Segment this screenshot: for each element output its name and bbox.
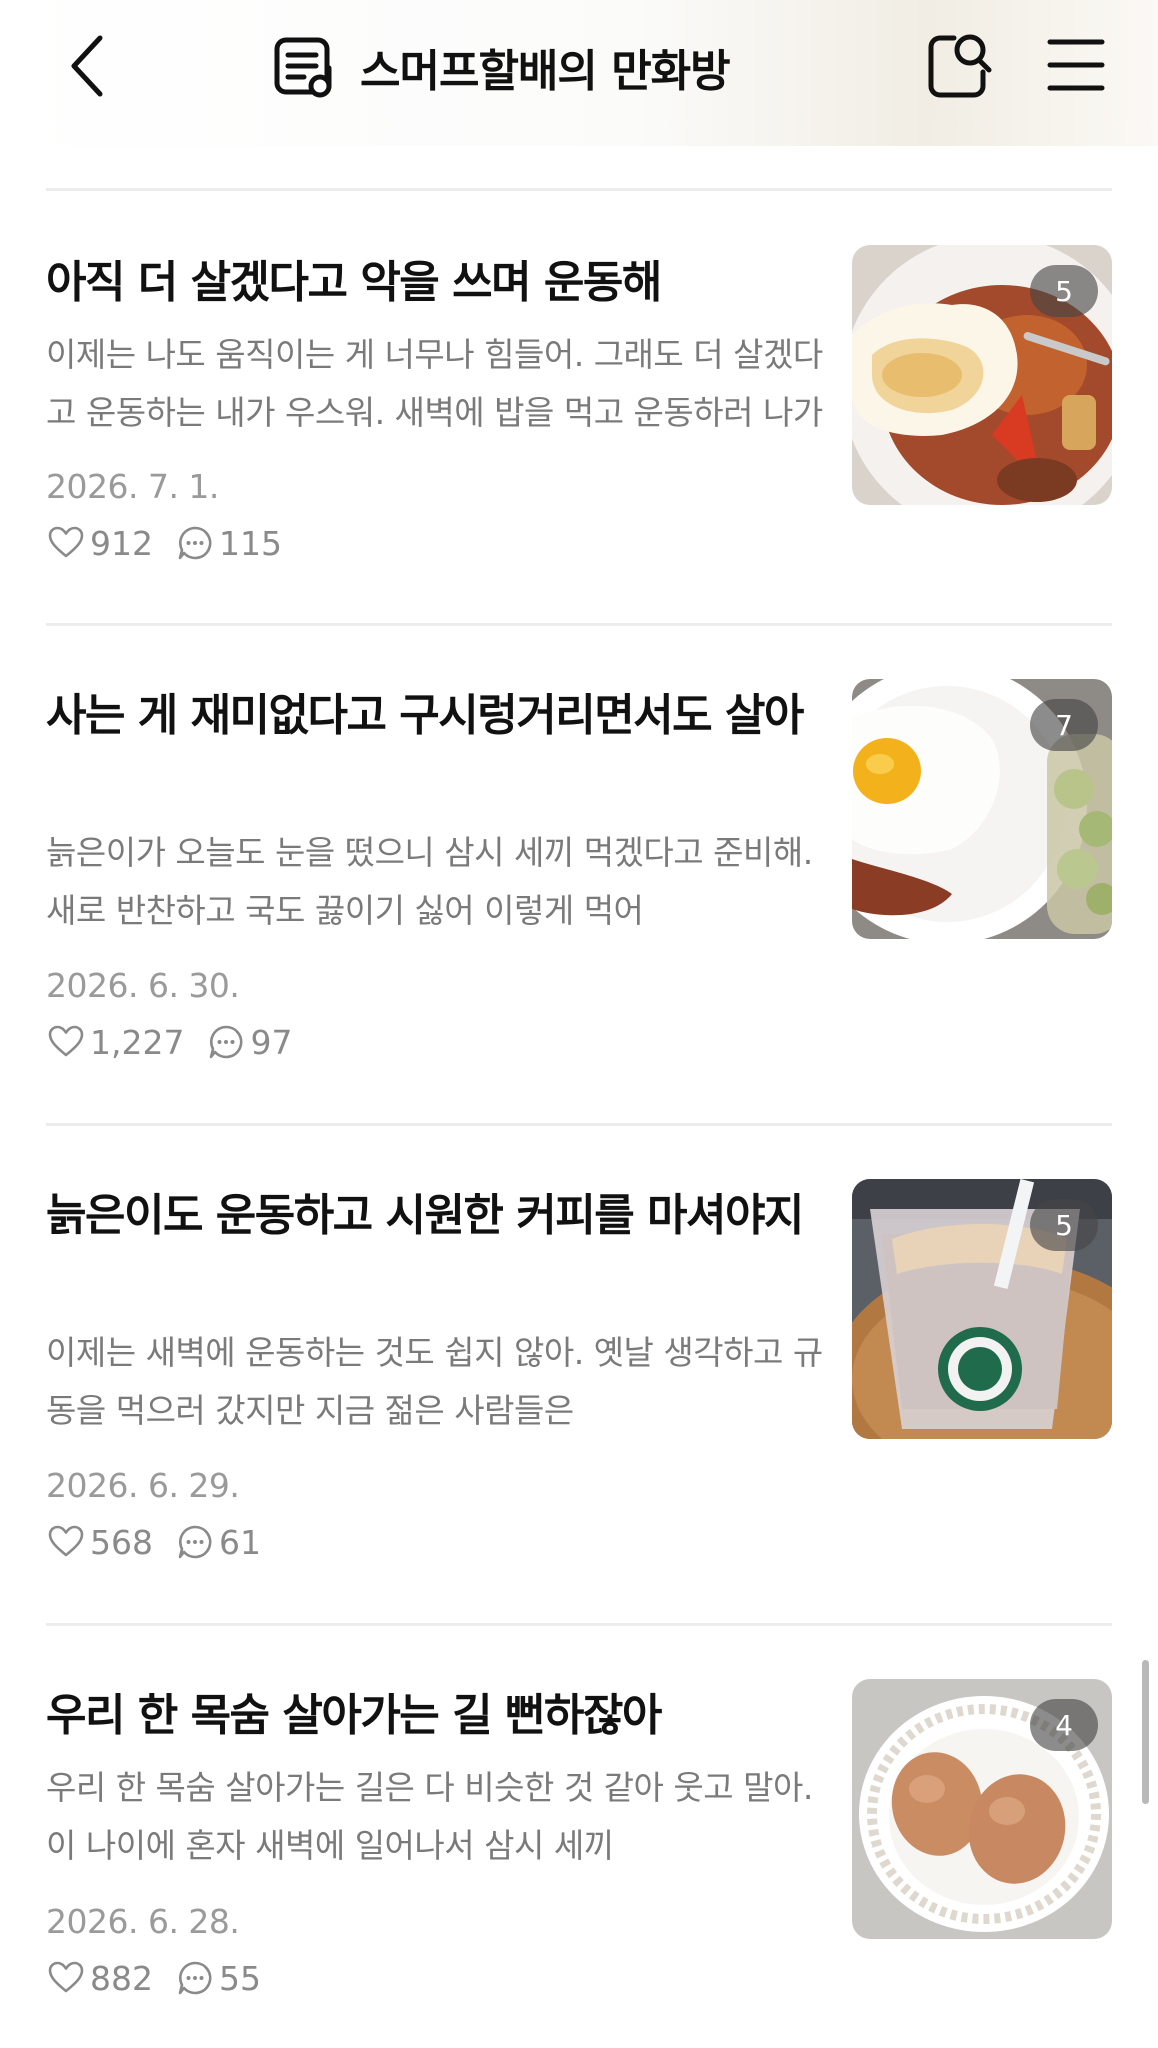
- post-item[interactable]: 사는 게 재미없다고 구시렁거리면서도 살아 늙은이가 오늘도 눈을 떴으니 삼…: [0, 626, 1158, 1126]
- like-count: 882: [90, 1958, 153, 1998]
- like-count: 568: [90, 1522, 153, 1562]
- like-stat[interactable]: 1,227: [46, 1022, 184, 1062]
- hamburger-menu-icon: [1047, 39, 1105, 91]
- heart-icon: [48, 526, 84, 558]
- back-button[interactable]: [60, 30, 120, 102]
- heart-icon: [48, 1525, 84, 1557]
- comment-stat[interactable]: 61: [175, 1522, 261, 1562]
- post-stats: 912 115: [46, 523, 304, 563]
- post-stats: 1,227 97: [46, 1022, 314, 1062]
- post-title[interactable]: 사는 게 재미없다고 구시렁거리면서도 살아: [46, 684, 826, 748]
- like-stat[interactable]: 568: [46, 1522, 153, 1562]
- post-excerpt: 이제는 나도 움직이는 게 너무나 힘들어. 그래도 더 살겠다고 운동하는 내…: [46, 335, 823, 432]
- like-stat[interactable]: 912: [46, 523, 153, 563]
- comment-count: 97: [250, 1022, 293, 1062]
- comment-icon: [178, 526, 212, 560]
- heart-icon: [48, 1961, 84, 1993]
- comment-count: 61: [219, 1522, 261, 1562]
- post-stats: 568 61: [46, 1522, 283, 1562]
- menu-button[interactable]: [1046, 34, 1106, 96]
- scrollbar[interactable]: [1142, 1660, 1149, 1804]
- post-title[interactable]: 우리 한 목숨 살아가는 길 뻔하잖아: [46, 1684, 826, 1748]
- comment-stat[interactable]: 115: [175, 523, 282, 563]
- post-thumbnail[interactable]: 5: [852, 245, 1112, 505]
- post-title[interactable]: 아직 더 살겠다고 악을 쓰며 운동해: [46, 251, 826, 315]
- blog-search-button[interactable]: [926, 30, 994, 100]
- post-list-icon: [274, 37, 332, 98]
- post-excerpt: 늙은이가 오늘도 눈을 떴으니 삼시 세끼 먹겠다고 준비해. 새로 반찬하고 …: [46, 833, 813, 930]
- search-icon: [928, 34, 992, 98]
- post-date: 2026. 7. 1.: [46, 467, 219, 506]
- post-date: 2026. 6. 30.: [46, 966, 240, 1005]
- post-thumbnail[interactable]: 7: [852, 679, 1112, 939]
- post-item[interactable]: 늙은이도 운동하고 시원한 커피를 마셔야지 이제는 새벽에 운동하는 것도 쉽…: [0, 1126, 1158, 1626]
- page-title: 스머프할배의 만화방: [360, 46, 731, 97]
- image-count-badge: 5: [1030, 1199, 1098, 1251]
- post-date: 2026. 6. 29.: [46, 1466, 240, 1505]
- like-count: 1,227: [90, 1022, 185, 1062]
- comment-stat[interactable]: 55: [175, 1958, 261, 1998]
- image-count-badge: 4: [1030, 1699, 1098, 1751]
- comment-icon: [178, 1525, 212, 1559]
- post-date: 2026. 6. 28.: [46, 1902, 240, 1941]
- post-excerpt: 우리 한 목숨 살아가는 길은 다 비슷한 것 같아 웃고 말아. 이 나이에 …: [46, 1768, 813, 1865]
- comment-icon: [210, 1025, 243, 1059]
- like-count: 912: [90, 523, 153, 563]
- post-item[interactable]: 우리 한 목숨 살아가는 길 뻔하잖아 우리 한 목숨 살아가는 길은 다 비슷…: [0, 1626, 1158, 2046]
- comment-stat[interactable]: 97: [206, 1022, 292, 1062]
- like-stat[interactable]: 882: [46, 1958, 153, 1998]
- top-app-bar: 스머프할배의 만화방: [0, 0, 1158, 146]
- comment-count: 115: [219, 523, 282, 563]
- image-count-badge: 5: [1030, 265, 1098, 317]
- heart-icon: [48, 1025, 84, 1057]
- post-excerpt: 이제는 새벽에 운동하는 것도 쉽지 않아. 옛날 생각하고 규동을 먹으러 갔…: [46, 1333, 823, 1430]
- post-title[interactable]: 늙은이도 운동하고 시원한 커피를 마셔야지: [46, 1184, 826, 1248]
- chevron-left-icon: [71, 35, 103, 97]
- post-thumbnail[interactable]: 5: [852, 1179, 1112, 1439]
- post-stats: 882 55: [46, 1958, 283, 1998]
- post-thumbnail[interactable]: 4: [852, 1679, 1112, 1939]
- comment-icon: [178, 1961, 212, 1995]
- blog-title-area[interactable]: 스머프할배의 만화방: [272, 32, 731, 102]
- comment-count: 55: [219, 1958, 261, 1998]
- image-count-badge: 7: [1030, 699, 1098, 751]
